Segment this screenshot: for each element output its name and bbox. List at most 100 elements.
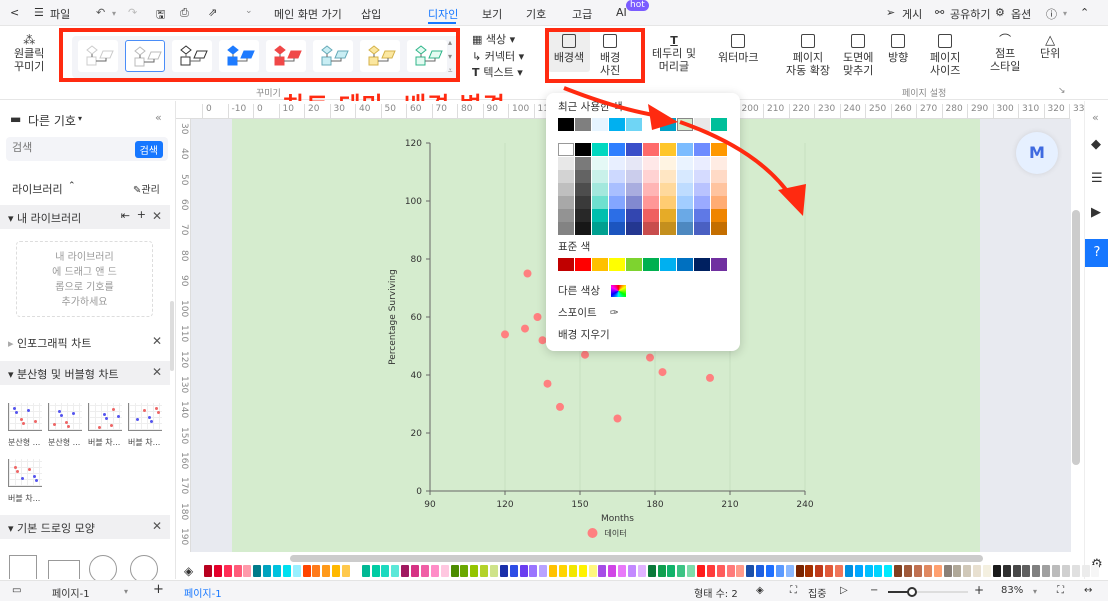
palette-color-swatch[interactable] xyxy=(1051,565,1060,577)
palette-color-swatch[interactable] xyxy=(539,565,548,577)
palette-color-swatch[interactable] xyxy=(1071,565,1080,577)
tab-advanced[interactable]: 고급 xyxy=(572,6,592,22)
chart-thumbnail[interactable] xyxy=(88,403,122,431)
zoom-dropdown-icon[interactable]: ▾ xyxy=(1033,587,1037,596)
border-header-button[interactable]: T 테두리 및 머리글 xyxy=(652,34,696,73)
palette-color-swatch[interactable] xyxy=(470,565,479,577)
palette-color-swatch[interactable] xyxy=(973,565,982,577)
back-button[interactable]: < xyxy=(10,6,19,19)
palette-color-swatch[interactable] xyxy=(785,565,794,577)
basic-drawing-section[interactable]: ▾ 기본 드로잉 모양 ✕ xyxy=(0,515,170,539)
palette-color-swatch[interactable] xyxy=(825,565,834,577)
data-point[interactable] xyxy=(706,373,714,382)
file-menu[interactable]: 파일 xyxy=(50,6,70,22)
palette-color-swatch[interactable] xyxy=(519,565,528,577)
palette-color-swatch[interactable] xyxy=(1091,565,1100,577)
palette-color-swatch[interactable] xyxy=(716,565,725,577)
palette-color-swatch[interactable] xyxy=(489,565,498,577)
connector-dropdown[interactable]: ↳ 커넥터 ▾ xyxy=(472,50,524,63)
close-icon[interactable]: ✕ xyxy=(152,365,162,379)
palette-color-swatch[interactable] xyxy=(302,565,311,577)
palette-color-swatch[interactable] xyxy=(223,565,232,577)
standard-color-swatch[interactable] xyxy=(711,258,727,271)
page-select[interactable]: 페이지-1 xyxy=(52,585,90,600)
help-dropdown-icon[interactable]: ▾ xyxy=(1063,9,1067,18)
palette-color-swatch[interactable] xyxy=(775,565,784,577)
close-icon[interactable]: ✕ xyxy=(152,209,162,223)
share-button[interactable]: 공유하기 xyxy=(950,6,990,22)
palette-color-swatch[interactable] xyxy=(844,565,853,577)
palette-color-swatch[interactable] xyxy=(1081,565,1090,577)
standard-color-swatch[interactable] xyxy=(558,258,574,271)
scatter-bubble-section[interactable]: ▾ 분산형 및 버블형 차트 ✕ xyxy=(0,361,170,385)
chart-thumbnail[interactable] xyxy=(8,403,42,431)
standard-color-swatch[interactable] xyxy=(626,258,642,271)
save-icon[interactable]: 🖫 xyxy=(156,6,165,25)
palette-color-swatch[interactable] xyxy=(953,565,962,577)
data-point[interactable] xyxy=(658,368,667,377)
palette-color-swatch[interactable] xyxy=(746,565,755,577)
palette-color-swatch[interactable] xyxy=(450,565,459,577)
add-icon[interactable]: + xyxy=(137,208,146,221)
page-layout-icon[interactable]: ▭ xyxy=(12,585,21,596)
zoom-out-icon[interactable]: − xyxy=(870,585,878,596)
panel-scrollbar[interactable] xyxy=(170,301,174,371)
collapse-panel-icon[interactable]: « xyxy=(155,111,162,124)
palette-color-swatch[interactable] xyxy=(342,565,351,577)
palette-color-swatch[interactable] xyxy=(391,565,400,577)
tab-home[interactable]: 메인 화면 가기 xyxy=(274,6,342,22)
palette-color-swatch[interactable] xyxy=(835,565,844,577)
layers-icon[interactable]: ◈ xyxy=(756,585,764,596)
palette-color-swatch[interactable] xyxy=(312,565,321,577)
palette-color-swatch[interactable] xyxy=(282,565,291,577)
page-properties-icon[interactable]: ☰ xyxy=(1091,171,1103,186)
tab-insert[interactable]: 삽입 xyxy=(361,6,381,22)
tab-ai[interactable]: AI xyxy=(616,6,627,19)
undo-dropdown-icon[interactable]: ▾ xyxy=(112,9,116,18)
undo-icon[interactable]: ↶ xyxy=(96,6,105,19)
palette-color-swatch[interactable] xyxy=(982,565,991,577)
palette-color-swatch[interactable] xyxy=(913,565,922,577)
palette-color-swatch[interactable] xyxy=(933,565,942,577)
help-panel-icon[interactable]: ? xyxy=(1085,239,1108,267)
palette-color-swatch[interactable] xyxy=(706,565,715,577)
palette-color-swatch[interactable] xyxy=(420,565,429,577)
palette-color-swatch[interactable] xyxy=(411,565,420,577)
palette-color-swatch[interactable] xyxy=(608,565,617,577)
shape-rectangle[interactable] xyxy=(48,560,80,579)
panel-title-dropdown-icon[interactable]: ▾ xyxy=(78,114,82,123)
dialog-launcher-icon[interactable]: ↘ xyxy=(1058,86,1066,96)
chart-thumbnail[interactable] xyxy=(8,459,42,487)
palette-color-swatch[interactable] xyxy=(766,565,775,577)
palette-color-swatch[interactable] xyxy=(894,565,903,577)
palette-color-swatch[interactable] xyxy=(1012,565,1021,577)
palette-color-swatch[interactable] xyxy=(480,565,489,577)
palette-color-swatch[interactable] xyxy=(677,565,686,577)
palette-color-swatch[interactable] xyxy=(1002,565,1011,577)
theme-color-swatch[interactable] xyxy=(643,222,659,235)
theme-color-swatch[interactable] xyxy=(558,222,574,235)
palette-color-swatch[interactable] xyxy=(736,565,745,577)
close-icon[interactable]: ✕ xyxy=(152,519,162,533)
palette-color-swatch[interactable] xyxy=(371,565,380,577)
menu-icon[interactable]: ☰ xyxy=(34,6,44,19)
import-icon[interactable]: ⇤ xyxy=(121,209,130,222)
palette-color-swatch[interactable] xyxy=(647,565,656,577)
manage-button[interactable]: ✎관리 xyxy=(133,181,160,196)
standard-color-swatch[interactable] xyxy=(694,258,710,271)
palette-color-swatch[interactable] xyxy=(1022,565,1031,577)
standard-color-swatch[interactable] xyxy=(575,258,591,271)
data-point[interactable] xyxy=(533,313,542,321)
palette-color-swatch[interactable] xyxy=(213,565,222,577)
help-icon[interactable]: ⓘ xyxy=(1046,6,1057,22)
palette-color-swatch[interactable] xyxy=(322,565,331,577)
data-point[interactable] xyxy=(556,402,564,411)
palette-color-swatch[interactable] xyxy=(884,565,893,577)
clear-background-button[interactable]: 배경 지우기 xyxy=(558,327,610,342)
zoom-in-icon[interactable]: + xyxy=(974,583,984,597)
chart-thumbnail[interactable] xyxy=(48,403,82,431)
palette-color-swatch[interactable] xyxy=(904,565,913,577)
close-icon[interactable]: ✕ xyxy=(152,334,162,348)
palette-color-swatch[interactable] xyxy=(588,565,597,577)
palette-color-swatch[interactable] xyxy=(992,565,1001,577)
